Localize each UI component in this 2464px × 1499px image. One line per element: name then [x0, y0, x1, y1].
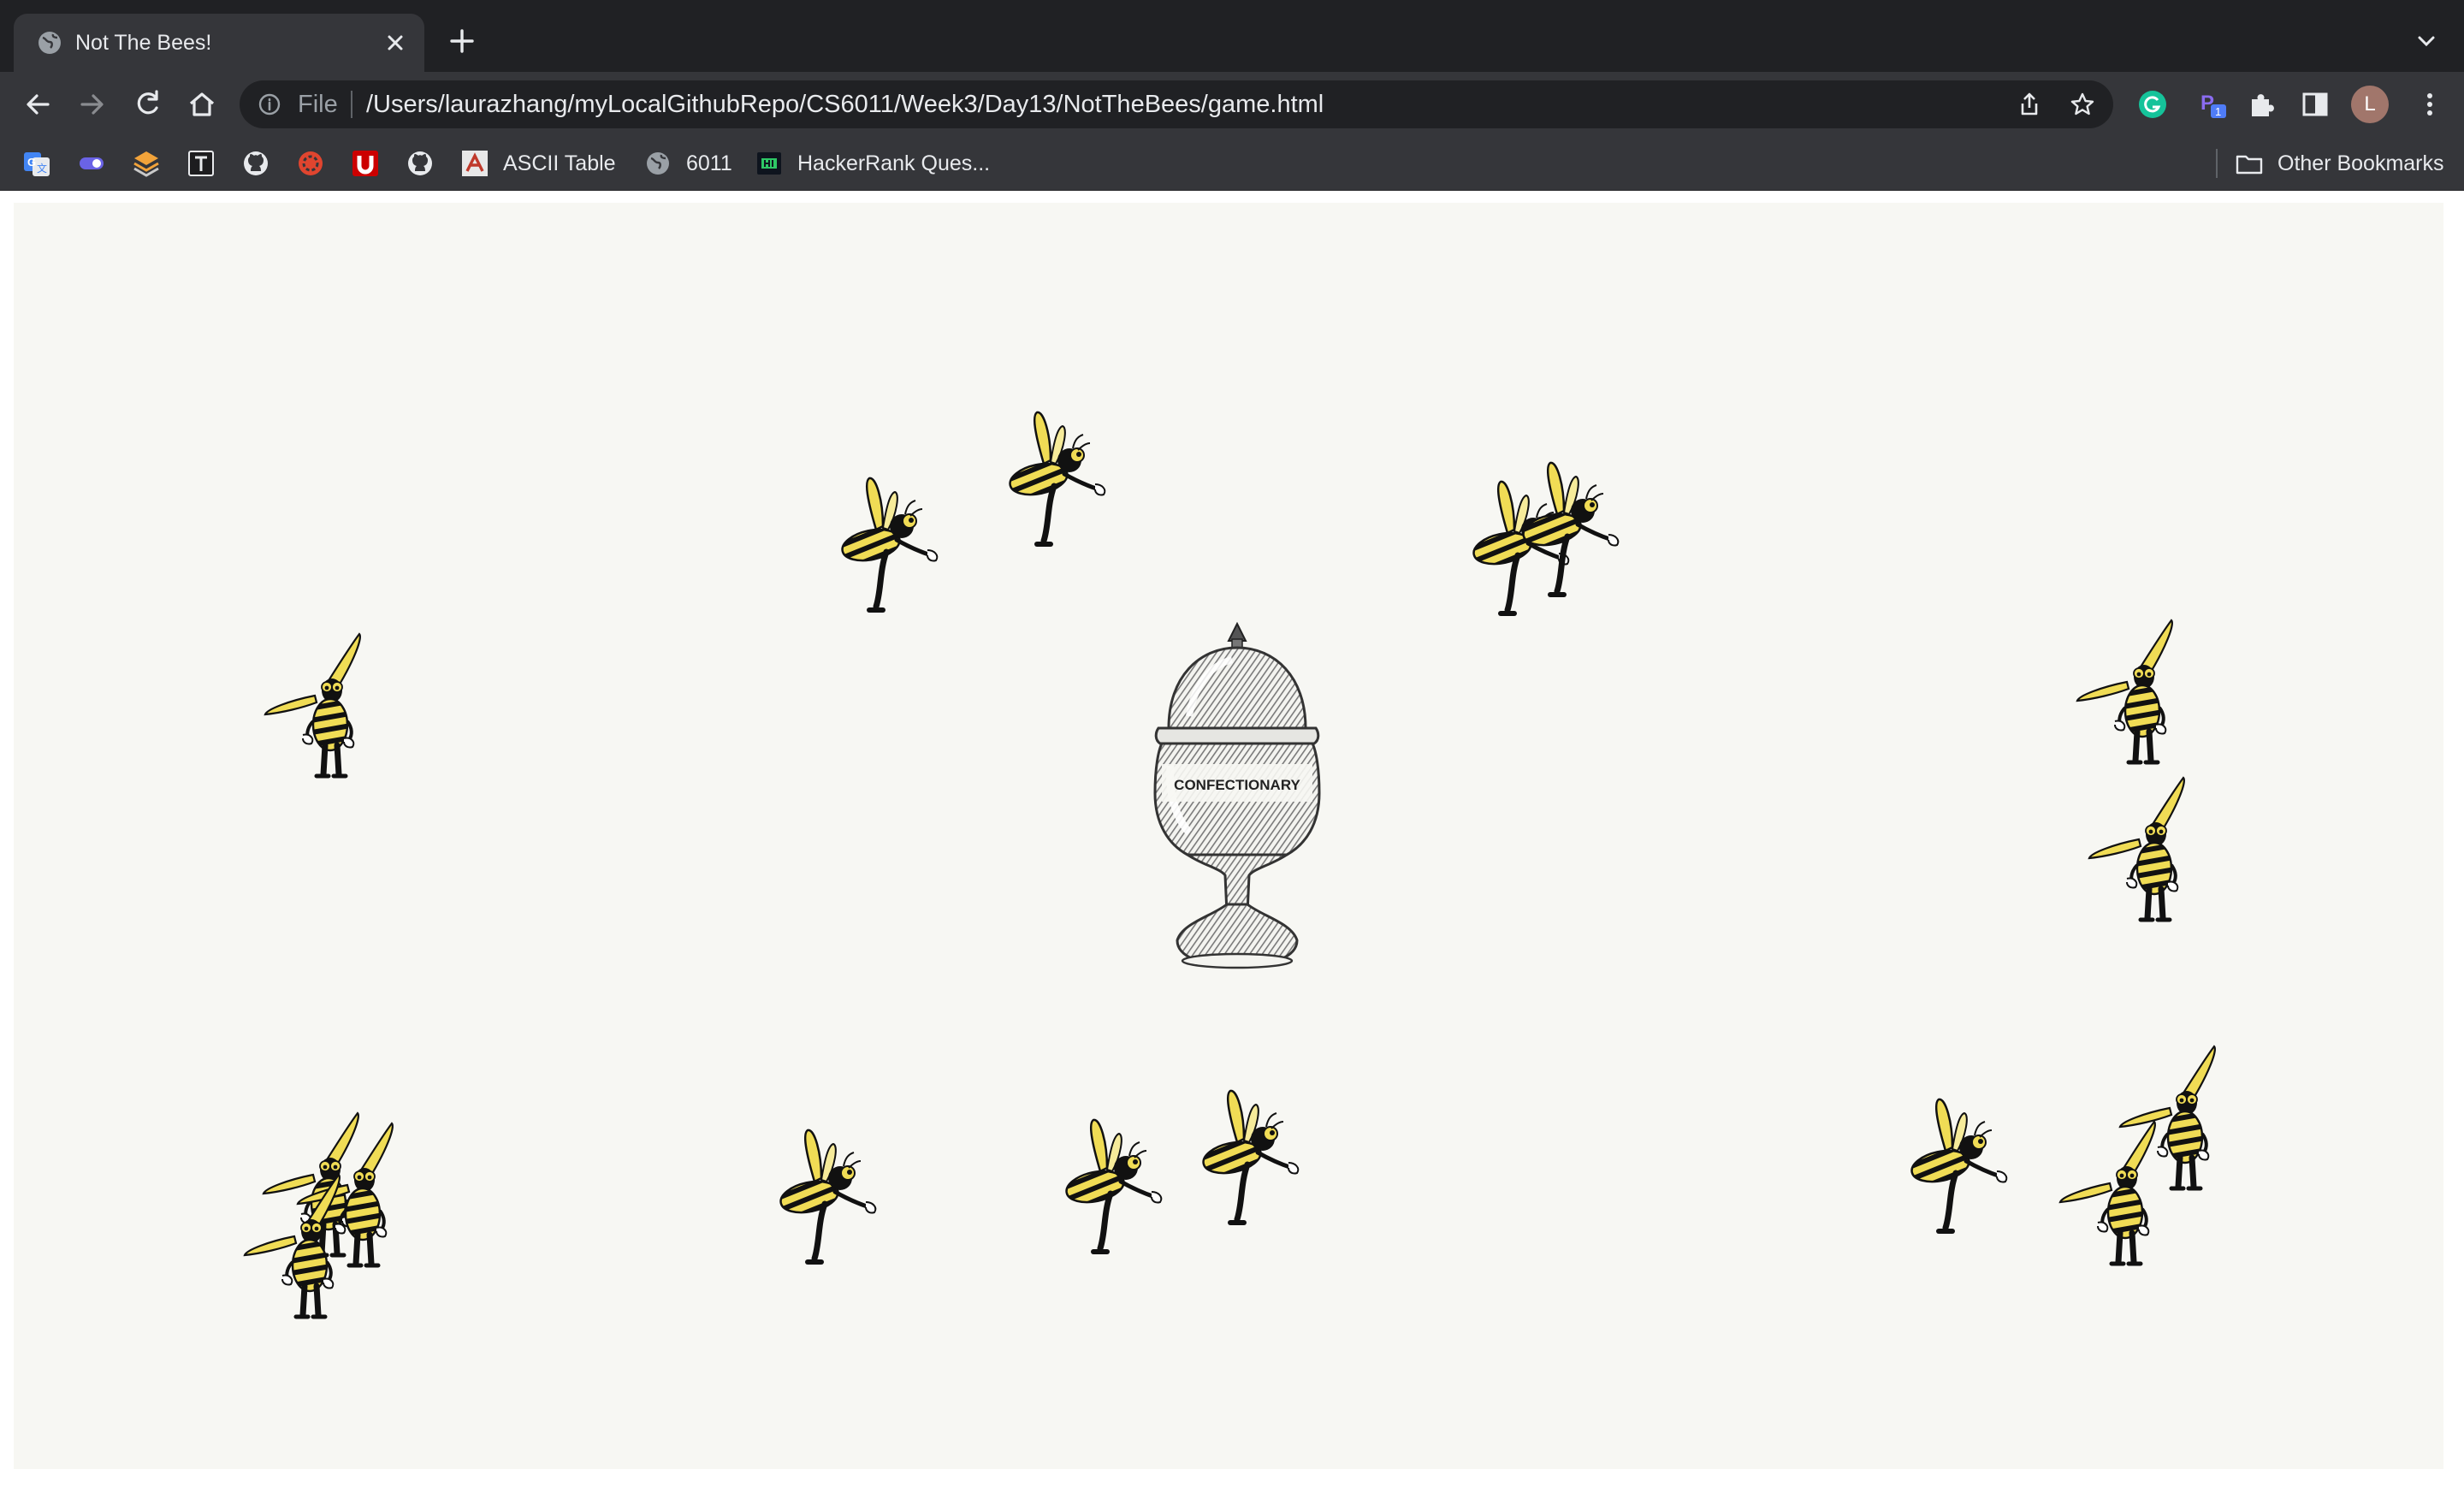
- bookmark-compass[interactable]: [296, 147, 325, 180]
- bookmark-utah[interactable]: [351, 147, 380, 180]
- globe-icon: [647, 152, 669, 175]
- forward-arrow-icon[interactable]: [75, 87, 110, 121]
- extension-badge: 1: [2215, 105, 2221, 118]
- bee: [2088, 773, 2207, 927]
- bookmark-label: HackerRank Ques...: [797, 151, 991, 175]
- svg-text:G: G: [27, 156, 36, 169]
- bee: [994, 400, 1114, 554]
- bookmark-star-icon[interactable]: [2069, 91, 2096, 118]
- back-arrow-icon[interactable]: [21, 87, 55, 121]
- bee: [243, 1170, 363, 1324]
- page-viewport: CONFECTIONARY: [0, 191, 2464, 1499]
- kebab-menu-icon[interactable]: [2413, 87, 2447, 121]
- utah-u-icon: [352, 151, 378, 176]
- bookmark-github-2[interactable]: [406, 147, 435, 180]
- bee: [2058, 1117, 2178, 1271]
- share-icon[interactable]: [2016, 91, 2043, 118]
- url-scheme: File: [298, 91, 338, 118]
- bee: [826, 466, 946, 620]
- typora-icon: [188, 151, 214, 176]
- hackerrank-icon: [757, 152, 781, 175]
- bookmark-label: ASCII Table: [503, 151, 616, 175]
- bookmark-google-translate[interactable]: G 文: [22, 147, 51, 180]
- bookmark-hackerrank[interactable]: HackerRank Ques...: [755, 147, 990, 180]
- bee: [765, 1118, 885, 1272]
- bookmark-ascii-table[interactable]: ASCII Table: [460, 147, 616, 180]
- tab-title: Not The Bees!: [75, 31, 212, 55]
- bookmark-6011[interactable]: 6011: [643, 147, 732, 180]
- jar-label: CONFECTIONARY: [1174, 777, 1300, 793]
- browser-tab[interactable]: Not The Bees!: [14, 14, 424, 72]
- bee: [1051, 1108, 1170, 1262]
- bookmarks-divider: [2216, 149, 2218, 178]
- layers-icon: [133, 151, 159, 177]
- bookmark-typora[interactable]: [187, 147, 216, 180]
- address-bar[interactable]: File /Users/laurazhang/myLocalGithubRepo…: [240, 80, 2113, 128]
- puzzle-extensions-icon[interactable]: [2245, 87, 2279, 121]
- ascii-table-icon: [462, 151, 488, 176]
- project-extension-icon[interactable]: P 1: [2195, 87, 2230, 121]
- bee: [264, 629, 383, 783]
- bookmark-github-1[interactable]: [241, 147, 270, 180]
- home-icon[interactable]: [185, 87, 219, 121]
- globe-icon: [38, 32, 61, 54]
- other-bookmarks-folder[interactable]: Other Bookmarks: [2235, 147, 2444, 180]
- bee: [1507, 451, 1627, 605]
- grammarly-icon[interactable]: [2135, 87, 2170, 121]
- folder-icon: [2236, 155, 2263, 175]
- bookmark-extension-toggle[interactable]: [77, 147, 106, 180]
- tab-strip: Not The Bees!: [0, 0, 2464, 72]
- github-icon: [408, 151, 432, 175]
- confectionary-jar: CONFECTIONARY: [1153, 622, 1321, 969]
- bee: [1188, 1079, 1307, 1233]
- bee: [1896, 1087, 2016, 1241]
- game-board[interactable]: CONFECTIONARY: [14, 203, 2443, 1469]
- side-panel-icon[interactable]: [2298, 87, 2332, 121]
- chevron-down-icon[interactable]: [2413, 27, 2440, 55]
- reload-icon[interactable]: [130, 87, 164, 121]
- omnibox-separator: [351, 91, 352, 118]
- bookmark-layers[interactable]: [132, 147, 161, 180]
- github-icon: [244, 151, 268, 175]
- url-text[interactable]: /Users/laurazhang/myLocalGithubRepo/CS60…: [366, 91, 1324, 118]
- google-translate-icon: G 文: [24, 152, 50, 176]
- bookmark-label: 6011: [686, 151, 732, 175]
- other-bookmarks-label: Other Bookmarks: [2277, 151, 2444, 175]
- info-icon[interactable]: [257, 92, 282, 117]
- avatar[interactable]: L: [2351, 86, 2389, 123]
- compass-icon: [299, 151, 323, 175]
- bee: [2076, 615, 2195, 769]
- bookmarks-bar: G 文 ASCII Table 6011 HackerRank Ques... …: [0, 137, 2464, 191]
- svg-text:文: 文: [37, 162, 47, 175]
- new-tab-icon[interactable]: [447, 26, 477, 56]
- extension-toggle-icon: [80, 157, 104, 169]
- browser-toolbar: File /Users/laurazhang/myLocalGithubRepo…: [0, 72, 2464, 137]
- close-icon[interactable]: [382, 29, 409, 56]
